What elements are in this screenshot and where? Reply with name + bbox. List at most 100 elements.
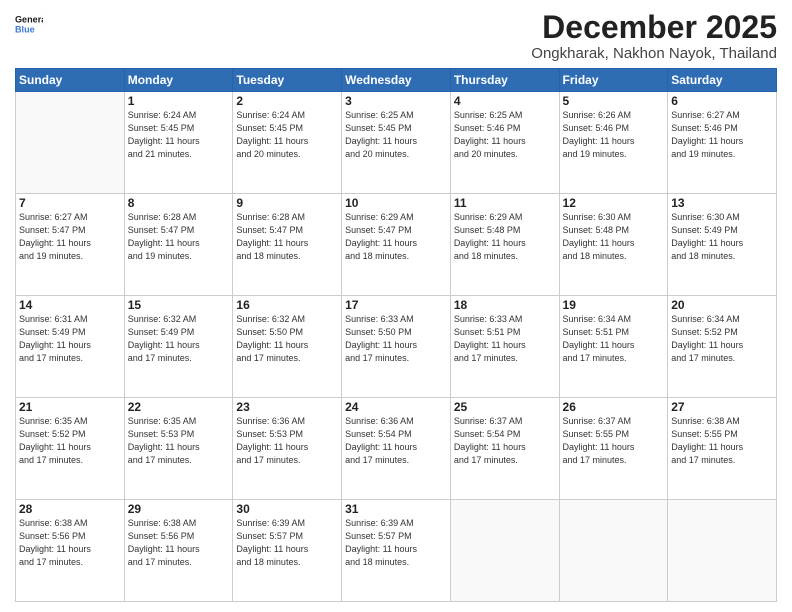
calendar-cell: 24Sunrise: 6:36 AM Sunset: 5:54 PM Dayli… — [342, 398, 451, 500]
header-cell-monday: Monday — [124, 69, 233, 92]
day-number: 15 — [128, 298, 230, 312]
day-number: 31 — [345, 502, 447, 516]
day-number: 26 — [563, 400, 665, 414]
calendar-cell: 21Sunrise: 6:35 AM Sunset: 5:52 PM Dayli… — [16, 398, 125, 500]
week-row-2: 7Sunrise: 6:27 AM Sunset: 5:47 PM Daylig… — [16, 194, 777, 296]
day-info: Sunrise: 6:29 AM Sunset: 5:47 PM Dayligh… — [345, 211, 447, 263]
calendar-cell: 31Sunrise: 6:39 AM Sunset: 5:57 PM Dayli… — [342, 500, 451, 602]
day-info: Sunrise: 6:28 AM Sunset: 5:47 PM Dayligh… — [128, 211, 230, 263]
page: General Blue December 2025 Ongkharak, Na… — [0, 0, 792, 612]
header: General Blue December 2025 Ongkharak, Na… — [15, 10, 777, 62]
day-info: Sunrise: 6:34 AM Sunset: 5:52 PM Dayligh… — [671, 313, 773, 365]
calendar-cell: 7Sunrise: 6:27 AM Sunset: 5:47 PM Daylig… — [16, 194, 125, 296]
calendar-cell — [559, 500, 668, 602]
calendar-cell: 9Sunrise: 6:28 AM Sunset: 5:47 PM Daylig… — [233, 194, 342, 296]
header-cell-sunday: Sunday — [16, 69, 125, 92]
day-info: Sunrise: 6:28 AM Sunset: 5:47 PM Dayligh… — [236, 211, 338, 263]
day-info: Sunrise: 6:36 AM Sunset: 5:54 PM Dayligh… — [345, 415, 447, 467]
day-number: 1 — [128, 94, 230, 108]
day-info: Sunrise: 6:34 AM Sunset: 5:51 PM Dayligh… — [563, 313, 665, 365]
day-number: 8 — [128, 196, 230, 210]
calendar-cell: 20Sunrise: 6:34 AM Sunset: 5:52 PM Dayli… — [668, 296, 777, 398]
calendar-cell: 22Sunrise: 6:35 AM Sunset: 5:53 PM Dayli… — [124, 398, 233, 500]
header-cell-saturday: Saturday — [668, 69, 777, 92]
day-number: 2 — [236, 94, 338, 108]
day-info: Sunrise: 6:29 AM Sunset: 5:48 PM Dayligh… — [454, 211, 556, 263]
calendar-cell: 28Sunrise: 6:38 AM Sunset: 5:56 PM Dayli… — [16, 500, 125, 602]
day-number: 28 — [19, 502, 121, 516]
day-info: Sunrise: 6:30 AM Sunset: 5:48 PM Dayligh… — [563, 211, 665, 263]
calendar-cell: 3Sunrise: 6:25 AM Sunset: 5:45 PM Daylig… — [342, 92, 451, 194]
header-row: SundayMondayTuesdayWednesdayThursdayFrid… — [16, 69, 777, 92]
calendar-cell: 1Sunrise: 6:24 AM Sunset: 5:45 PM Daylig… — [124, 92, 233, 194]
day-number: 12 — [563, 196, 665, 210]
day-info: Sunrise: 6:33 AM Sunset: 5:51 PM Dayligh… — [454, 313, 556, 365]
calendar-cell: 14Sunrise: 6:31 AM Sunset: 5:49 PM Dayli… — [16, 296, 125, 398]
day-info: Sunrise: 6:36 AM Sunset: 5:53 PM Dayligh… — [236, 415, 338, 467]
day-number: 14 — [19, 298, 121, 312]
svg-text:Blue: Blue — [15, 24, 35, 34]
day-number: 4 — [454, 94, 556, 108]
day-info: Sunrise: 6:38 AM Sunset: 5:56 PM Dayligh… — [128, 517, 230, 569]
day-number: 11 — [454, 196, 556, 210]
day-info: Sunrise: 6:38 AM Sunset: 5:55 PM Dayligh… — [671, 415, 773, 467]
day-info: Sunrise: 6:24 AM Sunset: 5:45 PM Dayligh… — [236, 109, 338, 161]
day-info: Sunrise: 6:32 AM Sunset: 5:50 PM Dayligh… — [236, 313, 338, 365]
week-row-4: 21Sunrise: 6:35 AM Sunset: 5:52 PM Dayli… — [16, 398, 777, 500]
day-number: 30 — [236, 502, 338, 516]
day-number: 5 — [563, 94, 665, 108]
day-number: 21 — [19, 400, 121, 414]
subtitle: Ongkharak, Nakhon Nayok, Thailand — [531, 45, 777, 62]
day-number: 13 — [671, 196, 773, 210]
day-number: 29 — [128, 502, 230, 516]
main-title: December 2025 — [531, 10, 777, 45]
day-number: 18 — [454, 298, 556, 312]
calendar-cell — [450, 500, 559, 602]
calendar-cell: 10Sunrise: 6:29 AM Sunset: 5:47 PM Dayli… — [342, 194, 451, 296]
calendar-cell: 26Sunrise: 6:37 AM Sunset: 5:55 PM Dayli… — [559, 398, 668, 500]
day-info: Sunrise: 6:39 AM Sunset: 5:57 PM Dayligh… — [345, 517, 447, 569]
calendar-cell: 11Sunrise: 6:29 AM Sunset: 5:48 PM Dayli… — [450, 194, 559, 296]
logo-icon: General Blue — [15, 10, 43, 38]
day-info: Sunrise: 6:25 AM Sunset: 5:45 PM Dayligh… — [345, 109, 447, 161]
day-number: 10 — [345, 196, 447, 210]
day-number: 3 — [345, 94, 447, 108]
calendar-cell: 4Sunrise: 6:25 AM Sunset: 5:46 PM Daylig… — [450, 92, 559, 194]
day-number: 25 — [454, 400, 556, 414]
header-cell-wednesday: Wednesday — [342, 69, 451, 92]
day-number: 27 — [671, 400, 773, 414]
day-info: Sunrise: 6:26 AM Sunset: 5:46 PM Dayligh… — [563, 109, 665, 161]
title-block: December 2025 Ongkharak, Nakhon Nayok, T… — [531, 10, 777, 62]
calendar-cell: 2Sunrise: 6:24 AM Sunset: 5:45 PM Daylig… — [233, 92, 342, 194]
calendar-cell: 5Sunrise: 6:26 AM Sunset: 5:46 PM Daylig… — [559, 92, 668, 194]
calendar-cell: 27Sunrise: 6:38 AM Sunset: 5:55 PM Dayli… — [668, 398, 777, 500]
day-info: Sunrise: 6:27 AM Sunset: 5:47 PM Dayligh… — [19, 211, 121, 263]
calendar-table: SundayMondayTuesdayWednesdayThursdayFrid… — [15, 68, 777, 602]
calendar-cell — [16, 92, 125, 194]
calendar-cell: 29Sunrise: 6:38 AM Sunset: 5:56 PM Dayli… — [124, 500, 233, 602]
week-row-3: 14Sunrise: 6:31 AM Sunset: 5:49 PM Dayli… — [16, 296, 777, 398]
calendar-cell: 15Sunrise: 6:32 AM Sunset: 5:49 PM Dayli… — [124, 296, 233, 398]
day-number: 24 — [345, 400, 447, 414]
day-number: 20 — [671, 298, 773, 312]
day-info: Sunrise: 6:31 AM Sunset: 5:49 PM Dayligh… — [19, 313, 121, 365]
day-info: Sunrise: 6:35 AM Sunset: 5:53 PM Dayligh… — [128, 415, 230, 467]
day-info: Sunrise: 6:37 AM Sunset: 5:54 PM Dayligh… — [454, 415, 556, 467]
calendar-cell: 12Sunrise: 6:30 AM Sunset: 5:48 PM Dayli… — [559, 194, 668, 296]
calendar-cell: 19Sunrise: 6:34 AM Sunset: 5:51 PM Dayli… — [559, 296, 668, 398]
header-cell-friday: Friday — [559, 69, 668, 92]
day-info: Sunrise: 6:37 AM Sunset: 5:55 PM Dayligh… — [563, 415, 665, 467]
calendar-cell: 17Sunrise: 6:33 AM Sunset: 5:50 PM Dayli… — [342, 296, 451, 398]
day-number: 7 — [19, 196, 121, 210]
calendar-cell: 8Sunrise: 6:28 AM Sunset: 5:47 PM Daylig… — [124, 194, 233, 296]
day-info: Sunrise: 6:33 AM Sunset: 5:50 PM Dayligh… — [345, 313, 447, 365]
calendar-cell — [668, 500, 777, 602]
day-number: 19 — [563, 298, 665, 312]
day-number: 17 — [345, 298, 447, 312]
day-info: Sunrise: 6:25 AM Sunset: 5:46 PM Dayligh… — [454, 109, 556, 161]
day-number: 23 — [236, 400, 338, 414]
calendar-cell: 25Sunrise: 6:37 AM Sunset: 5:54 PM Dayli… — [450, 398, 559, 500]
day-info: Sunrise: 6:24 AM Sunset: 5:45 PM Dayligh… — [128, 109, 230, 161]
day-info: Sunrise: 6:30 AM Sunset: 5:49 PM Dayligh… — [671, 211, 773, 263]
calendar-cell: 30Sunrise: 6:39 AM Sunset: 5:57 PM Dayli… — [233, 500, 342, 602]
